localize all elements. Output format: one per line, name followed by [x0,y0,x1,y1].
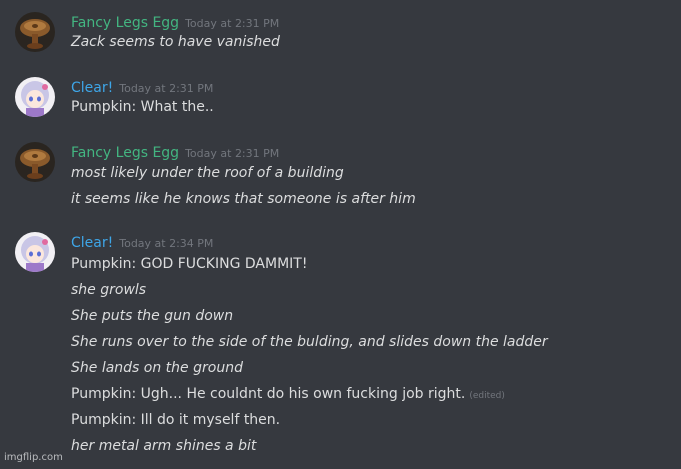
username[interactable]: Clear! [71,80,113,96]
message-line: she growls [71,282,147,298]
message-header: Fancy Legs Egg Today at 2:31 PM [71,12,279,32]
message-header: Clear! Today at 2:31 PM [71,77,213,97]
message-text: Pumpkin: Ugh... He couldnt do his own fu… [71,386,466,402]
message-line: most likely under the roof of a building [71,165,344,181]
timestamp: Today at 2:31 PM [119,82,214,95]
timestamp: Today at 2:31 PM [185,17,280,30]
message-header: Clear! Today at 2:34 PM [71,232,213,252]
message-line: She puts the gun down [71,308,234,324]
message-line: Pumpkin: What the.. [71,99,214,115]
message-line: Pumpkin: Ill do it myself then. [71,412,281,428]
username[interactable]: Fancy Legs Egg [71,15,179,31]
username[interactable]: Clear! [71,235,113,251]
avatar-anime-icon[interactable] [15,232,55,272]
avatar-egg-icon[interactable] [15,142,55,182]
timestamp: Today at 2:34 PM [119,237,214,250]
username[interactable]: Fancy Legs Egg [71,145,179,161]
message-line: Zack seems to have vanished [71,34,280,50]
message-line: Pumpkin: Ugh... He couldnt do his own fu… [71,384,505,406]
avatar-egg-icon[interactable] [15,12,55,52]
edited-tag: (edited) [469,391,505,401]
timestamp: Today at 2:31 PM [185,147,280,160]
message-line: her metal arm shines a bit [71,438,257,454]
message-line: it seems like he knows that someone is a… [71,191,416,207]
message-line: Pumpkin: GOD FUCKING DAMMIT! [71,256,308,272]
message-line: She runs over to the side of the bulding… [71,334,548,350]
message-header: Fancy Legs Egg Today at 2:31 PM [71,142,279,162]
imgflip-watermark: imgflip.com [4,452,63,463]
message-line: She lands on the ground [71,360,243,376]
avatar-anime-icon[interactable] [15,77,55,117]
